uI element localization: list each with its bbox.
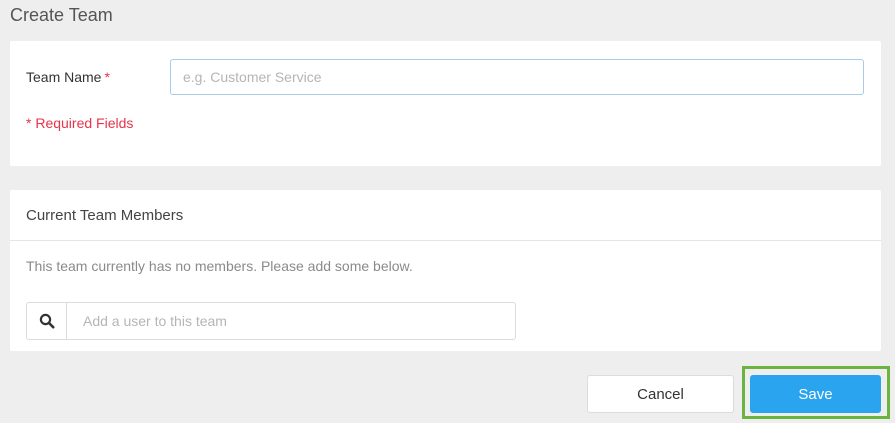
search-button[interactable] <box>27 303 67 339</box>
cancel-button[interactable]: Cancel <box>587 375 734 413</box>
team-name-label-text: Team Name <box>26 69 102 85</box>
search-icon <box>39 313 54 329</box>
page-title: Create Team <box>10 5 113 25</box>
required-fields-note: * Required Fields <box>26 115 134 131</box>
members-card-header: Current Team Members <box>10 190 881 241</box>
team-details-card: Team Name* * Required Fields <box>10 41 881 166</box>
team-name-input[interactable] <box>170 59 864 95</box>
team-name-label: Team Name * <box>26 69 110 85</box>
add-user-search <box>26 302 516 340</box>
save-button[interactable]: Save <box>750 375 881 413</box>
required-marker: * <box>104 69 110 85</box>
team-members-card: Current Team Members This team currently… <box>10 190 881 351</box>
no-members-message: This team currently has no members. Plea… <box>26 258 413 274</box>
add-user-input[interactable] <box>67 303 515 339</box>
